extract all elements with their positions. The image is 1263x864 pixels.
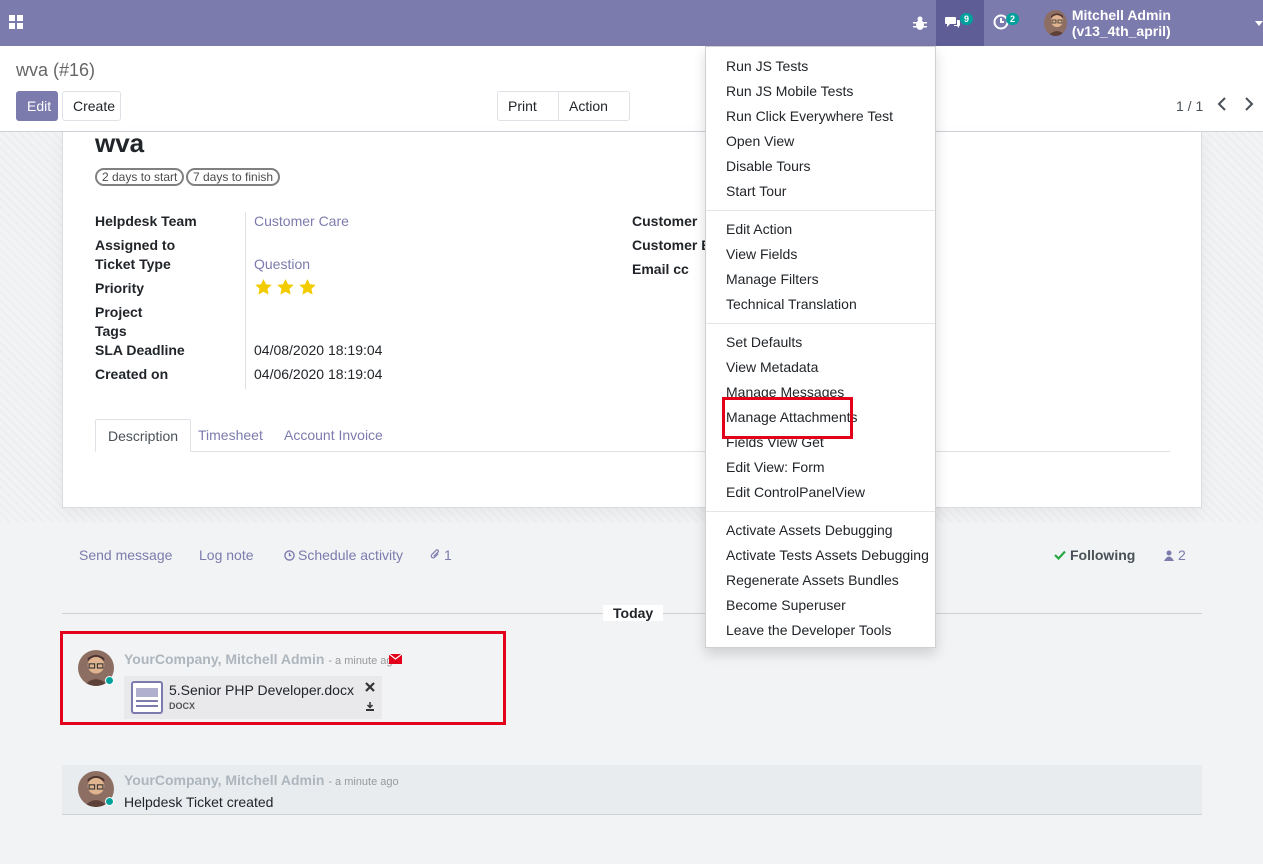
- menu-item-run-js-tests[interactable]: Run JS Tests: [726, 58, 808, 74]
- menu-item-run-js-mobile-tests[interactable]: Run JS Mobile Tests: [726, 83, 853, 99]
- log-note-button[interactable]: Log note: [199, 547, 254, 563]
- edit-button[interactable]: Edit: [16, 91, 58, 121]
- label-helpdesk-team: Helpdesk Team: [95, 213, 197, 229]
- label-email-cc: Email cc: [632, 261, 689, 277]
- menu-item-edit-controlpanelview[interactable]: Edit ControlPanelView: [726, 484, 865, 500]
- tab-description[interactable]: Description: [95, 419, 192, 452]
- attachments-count: 1: [444, 547, 452, 563]
- action-label: Action: [569, 98, 608, 114]
- menu-item-view-metadata[interactable]: View Metadata: [726, 359, 818, 375]
- schedule-activity-label: Schedule activity: [298, 547, 404, 563]
- menu-item-leave-developer-tools[interactable]: Leave the Developer Tools: [726, 622, 892, 638]
- menu-item-activate-tests-assets-debugging[interactable]: Activate Tests Assets Debugging: [726, 547, 929, 563]
- message-date: - a minute ago: [328, 776, 399, 788]
- control-panel: wva (#16) Edit Create Print Action 1 / 1: [0, 46, 1263, 138]
- menu-item-edit-view-form[interactable]: Edit View: Form: [726, 459, 825, 475]
- menu-item-become-superuser[interactable]: Become Superuser: [726, 597, 846, 613]
- online-status-indicator: [105, 797, 114, 806]
- tag-badge: 2 days to start: [95, 168, 185, 186]
- menu-item-regenerate-assets-bundles[interactable]: Regenerate Assets Bundles: [726, 572, 899, 588]
- menu-item-run-click-everywhere[interactable]: Run Click Everywhere Test: [726, 108, 893, 124]
- activity-menu[interactable]: 2: [988, 0, 1032, 46]
- label-assigned-to: Assigned to: [95, 237, 176, 253]
- apps-menu-icon[interactable]: [9, 15, 23, 29]
- debug-bug-icon[interactable]: [906, 10, 934, 36]
- menu-item-disable-tours[interactable]: Disable Tours: [726, 158, 811, 174]
- menu-divider: [706, 323, 935, 324]
- clock-icon: [284, 549, 295, 561]
- chevron-right-icon[interactable]: [1241, 94, 1257, 114]
- created-on-value: 04/06/2020 18:19:04: [254, 366, 383, 382]
- user-menu[interactable]: Mitchell Admin (v13_4th_april): [1044, 7, 1263, 39]
- user-icon: [1164, 550, 1174, 561]
- menu-item-set-defaults[interactable]: Set Defaults: [726, 334, 802, 350]
- chat-count-badge: 9: [960, 13, 974, 25]
- label-ticket-type: Ticket Type: [95, 256, 171, 272]
- check-icon: [1054, 550, 1066, 560]
- chevron-down-icon: [1255, 20, 1263, 26]
- activity-count-badge: 2: [1006, 13, 1020, 25]
- highlight-box-message: [60, 631, 506, 725]
- helpdesk-team-link[interactable]: Customer Care: [254, 213, 349, 229]
- following-button[interactable]: Following: [1054, 547, 1135, 563]
- user-name: Mitchell Admin (v13_4th_april): [1071, 7, 1171, 39]
- print-dropdown-button[interactable]: Print: [497, 91, 559, 138]
- menu-item-activate-assets-debugging[interactable]: Activate Assets Debugging: [726, 522, 893, 538]
- followers-count: 2: [1178, 547, 1186, 563]
- menu-item-manage-filters[interactable]: Manage Filters: [726, 271, 819, 287]
- label-customer-email: Customer E: [632, 237, 711, 253]
- create-button[interactable]: Create: [62, 91, 121, 121]
- star-icon[interactable]: [298, 278, 317, 296]
- schedule-activity-button[interactable]: Schedule activity: [284, 547, 403, 563]
- message-author[interactable]: YourCompany, Mitchell Admin - a minute a…: [124, 772, 399, 788]
- action-dropdown-button[interactable]: Action: [558, 91, 630, 138]
- label-customer: Customer: [632, 213, 698, 229]
- menu-item-technical-translation[interactable]: Technical Translation: [726, 296, 857, 312]
- form-tabs: Description Timesheet Account Invoice: [95, 419, 1170, 452]
- menu-divider: [706, 511, 935, 512]
- menu-item-edit-action[interactable]: Edit Action: [726, 221, 792, 237]
- tab-account-invoice[interactable]: Account Invoice: [272, 419, 395, 452]
- user-avatar: [1044, 10, 1067, 36]
- top-navbar: 9 2 Mitchell Admin (v13_4th_april): [0, 0, 1263, 46]
- menu-item-start-tour[interactable]: Start Tour: [726, 183, 786, 199]
- star-icon[interactable]: [276, 278, 295, 296]
- debug-menu-dropdown: Run JS Tests Run JS Mobile Tests Run Cli…: [705, 46, 936, 648]
- star-icon[interactable]: [254, 278, 273, 296]
- menu-divider: [706, 210, 935, 211]
- menu-item-view-fields[interactable]: View Fields: [726, 246, 797, 262]
- ticket-type-link[interactable]: Question: [254, 256, 310, 272]
- attachments-button[interactable]: 1: [430, 547, 452, 563]
- print-label: Print: [508, 98, 537, 114]
- pager-value[interactable]: 1 / 1: [1176, 98, 1203, 114]
- tab-timesheet[interactable]: Timesheet: [186, 419, 275, 452]
- field-divider: [245, 212, 246, 389]
- priority-stars[interactable]: [254, 278, 317, 296]
- label-created-on: Created on: [95, 366, 169, 382]
- message-author-name: YourCompany, Mitchell Admin: [124, 772, 325, 788]
- menu-item-open-view[interactable]: Open View: [726, 133, 794, 149]
- following-label: Following: [1070, 547, 1136, 563]
- tag-badge: 7 days to finish: [186, 168, 281, 186]
- ticket-title: wva: [95, 128, 145, 158]
- date-separator-label: Today: [603, 605, 664, 621]
- paperclip-icon: [430, 549, 439, 559]
- message-body: Helpdesk Ticket created: [124, 794, 274, 810]
- messaging-menu[interactable]: 9: [936, 0, 984, 46]
- highlight-box-menu-item: [722, 397, 853, 439]
- breadcrumb: wva (#16): [16, 60, 96, 80]
- sla-deadline-value: 04/08/2020 18:19:04: [254, 342, 383, 358]
- label-priority: Priority: [95, 280, 145, 296]
- label-tags: Tags: [95, 323, 127, 339]
- chevron-left-icon[interactable]: [1214, 94, 1230, 114]
- chat-bubbles-icon: [945, 17, 960, 28]
- followers-button[interactable]: 2: [1164, 547, 1186, 563]
- form-sheet: wva 2 days to start 7 days to finish Hel…: [62, 128, 1202, 508]
- send-message-button[interactable]: Send message: [79, 547, 172, 563]
- label-project: Project: [95, 304, 143, 320]
- label-sla-deadline: SLA Deadline: [95, 342, 185, 358]
